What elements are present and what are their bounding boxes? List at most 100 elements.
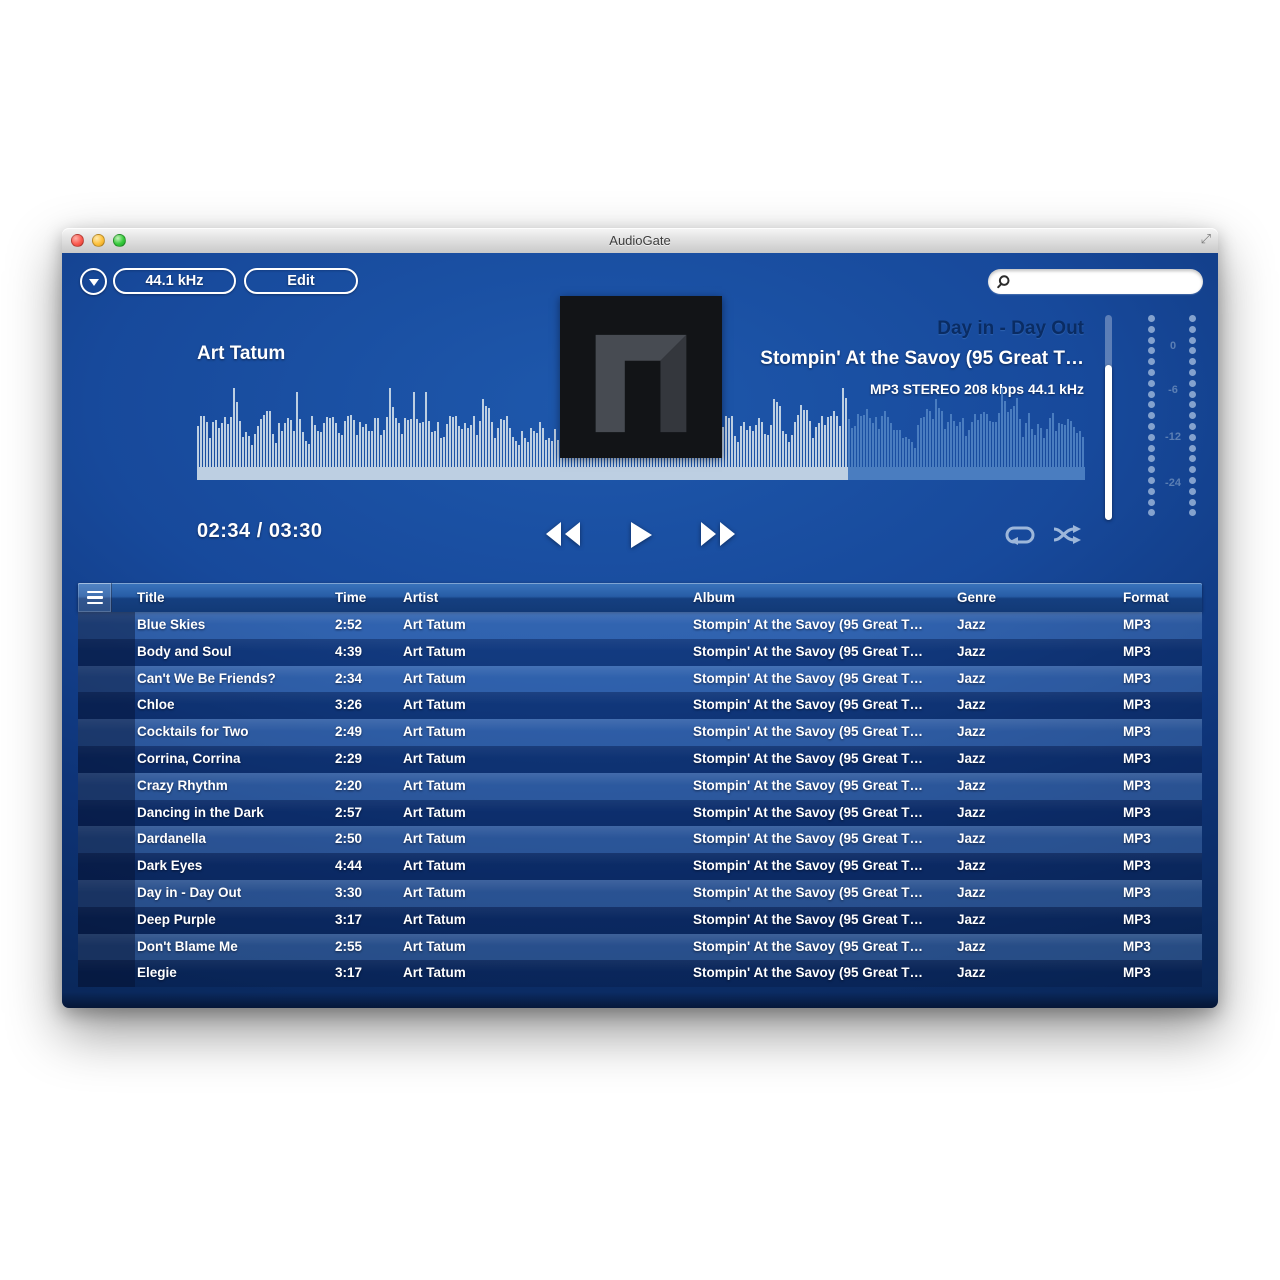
table-row[interactable]: Dardanella 2:50 Art Tatum Stompin' At th…: [78, 826, 1202, 853]
cell-title: Dark Eyes: [137, 853, 202, 880]
now-playing-album: Stompin' At the Savoy (95 Great T…: [760, 344, 1084, 374]
cell-time: 3:30: [335, 880, 362, 907]
album-art-logo-icon: [560, 296, 722, 458]
level-meter-left: [1148, 315, 1155, 516]
table-row[interactable]: Chloe 3:26 Art Tatum Stompin' At the Sav…: [78, 692, 1202, 719]
cell-genre: Jazz: [957, 746, 986, 773]
cell-format: MP3: [1123, 692, 1151, 719]
cell-genre: Jazz: [957, 719, 986, 746]
cell-title: Corrina, Corrina: [137, 746, 241, 773]
table-row[interactable]: Dancing in the Dark 2:57 Art Tatum Stomp…: [78, 800, 1202, 827]
cell-title: Chloe: [137, 692, 175, 719]
cell-title: Dardanella: [137, 826, 206, 853]
window-title: AudioGate: [62, 233, 1218, 248]
cell-title: Deep Purple: [137, 907, 216, 934]
cell-album: Stompin' At the Savoy (95 Great T…: [693, 853, 923, 880]
cell-genre: Jazz: [957, 773, 986, 800]
rewind-button[interactable]: [544, 521, 582, 547]
table-row[interactable]: Blue Skies 2:52 Art Tatum Stompin' At th…: [78, 612, 1202, 639]
cell-album: Stompin' At the Savoy (95 Great T…: [693, 666, 923, 693]
cell-format: MP3: [1123, 612, 1151, 639]
edit-button[interactable]: Edit: [244, 268, 358, 294]
table-row[interactable]: Elegie 3:17 Art Tatum Stompin' At the Sa…: [78, 960, 1202, 987]
cell-time: 3:17: [335, 907, 362, 934]
audiogate-window: AudioGate ⤢ 44.1 kHz Edit Art Tatum Day …: [62, 228, 1218, 1008]
level-meter-right: [1189, 315, 1196, 516]
now-playing-title: Day in - Day Out: [760, 314, 1084, 344]
column-header-title[interactable]: Title: [137, 583, 165, 612]
cell-album: Stompin' At the Savoy (95 Great T…: [693, 773, 923, 800]
title-bar[interactable]: AudioGate ⤢: [62, 228, 1218, 253]
cell-artist: Art Tatum: [403, 692, 466, 719]
table-row[interactable]: Body and Soul 4:39 Art Tatum Stompin' At…: [78, 639, 1202, 666]
cell-artist: Art Tatum: [403, 773, 466, 800]
table-row[interactable]: Corrina, Corrina 2:29 Art Tatum Stompin'…: [78, 746, 1202, 773]
cell-genre: Jazz: [957, 853, 986, 880]
cell-time: 2:50: [335, 826, 362, 853]
list-menu-icon[interactable]: [78, 583, 112, 612]
volume-slider-thumb[interactable]: [1105, 365, 1112, 520]
meter-label-24: -24: [1158, 477, 1188, 489]
cell-format: MP3: [1123, 960, 1151, 987]
search-input[interactable]: [1012, 269, 1203, 294]
cell-format: MP3: [1123, 934, 1151, 961]
cell-album: Stompin' At the Savoy (95 Great T…: [693, 612, 923, 639]
cell-genre: Jazz: [957, 934, 986, 961]
cell-format: MP3: [1123, 746, 1151, 773]
cell-artist: Art Tatum: [403, 880, 466, 907]
resize-icon[interactable]: ⤢: [1201, 232, 1211, 245]
search-field[interactable]: [988, 269, 1203, 294]
cell-format: MP3: [1123, 666, 1151, 693]
cell-album: Stompin' At the Savoy (95 Great T…: [693, 934, 923, 961]
cell-artist: Art Tatum: [403, 639, 466, 666]
cell-time: 3:17: [335, 960, 362, 987]
dropdown-button[interactable]: [80, 268, 107, 295]
sample-rate-button[interactable]: 44.1 kHz: [113, 268, 236, 294]
loop-icon[interactable]: [1004, 525, 1036, 545]
table-row[interactable]: Deep Purple 3:17 Art Tatum Stompin' At t…: [78, 907, 1202, 934]
album-art: [560, 296, 722, 458]
volume-slider[interactable]: [1105, 315, 1112, 520]
table-header: Title Time Artist Album Genre Format: [78, 583, 1202, 612]
cell-artist: Art Tatum: [403, 853, 466, 880]
cell-title: Cocktails for Two: [137, 719, 249, 746]
waveform-played: [197, 388, 848, 480]
column-header-artist[interactable]: Artist: [403, 583, 438, 612]
cell-format: MP3: [1123, 773, 1151, 800]
table-row[interactable]: Dark Eyes 4:44 Art Tatum Stompin' At the…: [78, 853, 1202, 880]
cell-album: Stompin' At the Savoy (95 Great T…: [693, 880, 923, 907]
play-button[interactable]: [629, 521, 653, 549]
cell-album: Stompin' At the Savoy (95 Great T…: [693, 746, 923, 773]
cell-album: Stompin' At the Savoy (95 Great T…: [693, 719, 923, 746]
cell-genre: Jazz: [957, 639, 986, 666]
cell-genre: Jazz: [957, 960, 986, 987]
search-icon: [996, 274, 1012, 290]
cell-title: Body and Soul: [137, 639, 232, 666]
column-header-format[interactable]: Format: [1123, 583, 1169, 612]
fast-forward-button[interactable]: [699, 521, 737, 547]
cell-album: Stompin' At the Savoy (95 Great T…: [693, 800, 923, 827]
column-header-time[interactable]: Time: [335, 583, 366, 612]
cell-title: Elegie: [137, 960, 177, 987]
shuffle-icon[interactable]: [1052, 525, 1082, 545]
table-row[interactable]: Crazy Rhythm 2:20 Art Tatum Stompin' At …: [78, 773, 1202, 800]
meter-label-0: 0: [1158, 340, 1188, 352]
cell-artist: Art Tatum: [403, 800, 466, 827]
cell-genre: Jazz: [957, 907, 986, 934]
column-header-genre[interactable]: Genre: [957, 583, 996, 612]
cell-artist: Art Tatum: [403, 907, 466, 934]
column-header-album[interactable]: Album: [693, 583, 735, 612]
table-row[interactable]: Day in - Day Out 3:30 Art Tatum Stompin'…: [78, 880, 1202, 907]
table-row[interactable]: Cocktails for Two 2:49 Art Tatum Stompin…: [78, 719, 1202, 746]
table-row[interactable]: Can't We Be Friends? 2:34 Art Tatum Stom…: [78, 666, 1202, 693]
cell-time: 2:57: [335, 800, 362, 827]
cell-title: Blue Skies: [137, 612, 205, 639]
cell-time: 2:34: [335, 666, 362, 693]
table-row[interactable]: Don't Blame Me 2:55 Art Tatum Stompin' A…: [78, 934, 1202, 961]
cell-title: Can't We Be Friends?: [137, 666, 276, 693]
cell-artist: Art Tatum: [403, 612, 466, 639]
main-content: 44.1 kHz Edit Art Tatum Day in - Day Out…: [62, 253, 1218, 1008]
cell-format: MP3: [1123, 853, 1151, 880]
cell-title: Day in - Day Out: [137, 880, 241, 907]
cell-time: 2:29: [335, 746, 362, 773]
